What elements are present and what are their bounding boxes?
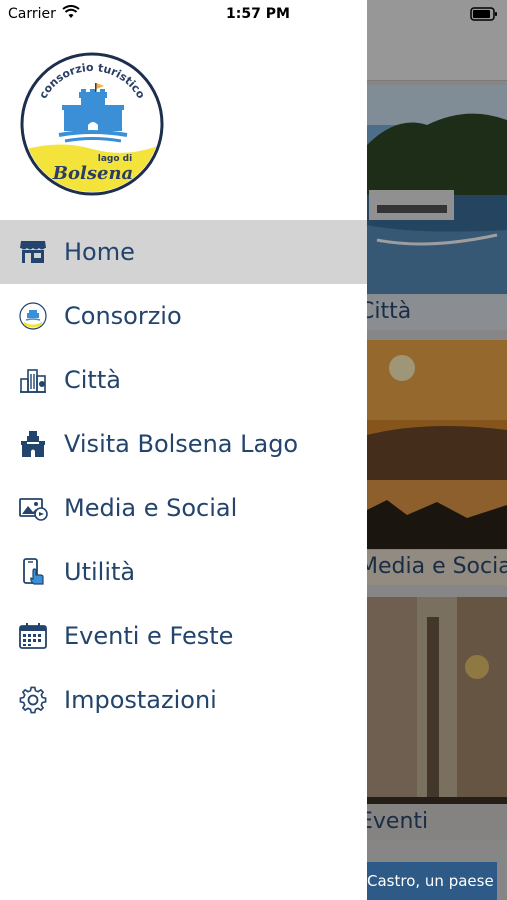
consorzio-turistico-logo: consorzio turistico lago di Bolsena [20,52,164,196]
city-buildings-icon [20,369,46,393]
menu-item-media-e-social[interactable]: Media e Social [0,476,367,540]
drawer-overlay[interactable] [367,0,507,900]
menu-item-eventi-e-feste[interactable]: Eventi e Feste [0,604,367,668]
menu-label-eventi-e-feste: Eventi e Feste [64,622,234,650]
status-time: 1:57 PM [226,6,290,22]
consorzio-logo-icon [19,302,47,330]
logo-bolsena-text: Bolsena [52,163,133,184]
menu-item-impostazioni[interactable]: Impostazioni [0,668,367,732]
menu-label-consorzio: Consorzio [64,302,182,330]
gear-icon [19,686,47,714]
menu-item-utilita[interactable]: Utilità [0,540,367,604]
menu-label-utilita: Utilità [64,558,136,586]
side-menu: Home Consorzio Città Visita Bolsena Lago… [0,220,367,732]
menu-label-visita-bolsena-lago: Visita Bolsena Lago [64,430,299,458]
menu-label-citta: Città [64,366,121,394]
menu-item-home[interactable]: Home [0,220,367,284]
media-photo-icon [19,498,48,521]
menu-label-home: Home [64,238,135,266]
store-icon [20,241,46,263]
castle-tower-icon [21,431,45,457]
side-menu-drawer: consorzio turistico lago di Bolsena Home… [0,0,367,900]
menu-item-consorzio[interactable]: Consorzio [0,284,367,348]
status-bar: Carrier 1:57 PM [0,0,507,28]
battery-icon [470,7,497,21]
calendar-icon [19,623,47,649]
wifi-icon [62,5,80,18]
menu-label-impostazioni: Impostazioni [64,686,217,714]
menu-item-visita-bolsena-lago[interactable]: Visita Bolsena Lago [0,412,367,476]
phone-touch-icon [23,558,44,585]
menu-item-citta[interactable]: Città [0,348,367,412]
background-app: Città Media e Social Eventi Castro, un p… [367,0,507,900]
carrier-label: Carrier [8,6,56,22]
menu-label-media-e-social: Media e Social [64,494,238,522]
background-banner: Castro, un paese [367,862,497,900]
